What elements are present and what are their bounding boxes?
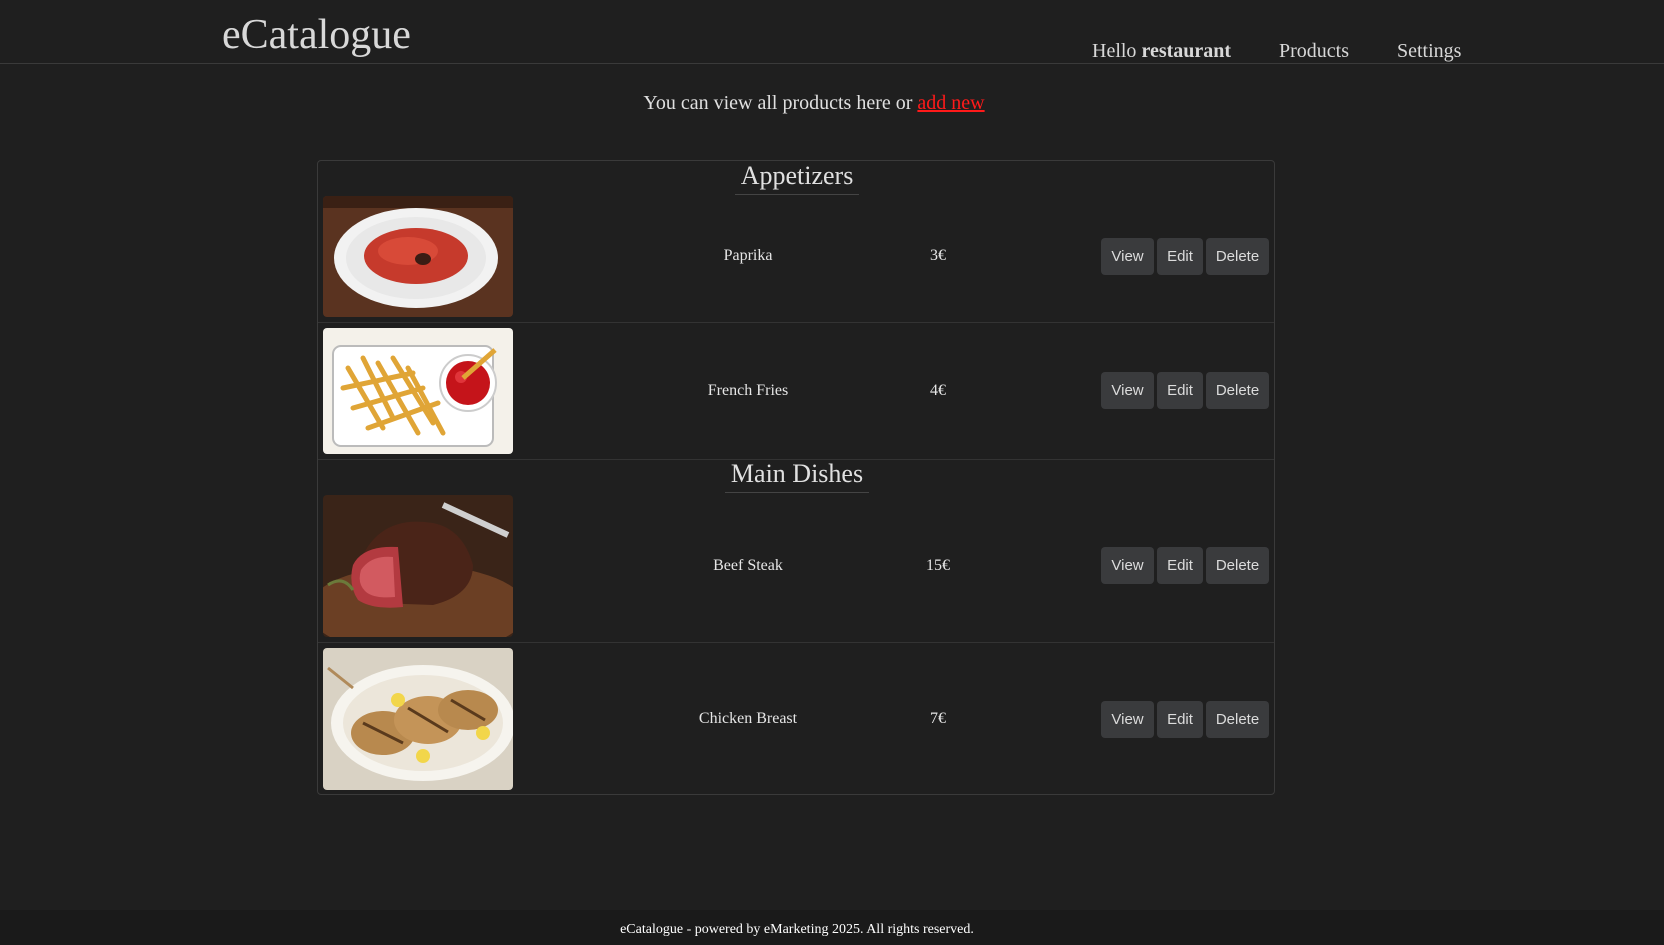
- footer-text: eCatalogue - powered by eMarketing 2025.…: [620, 922, 974, 937]
- add-new-link[interactable]: add new: [917, 92, 984, 114]
- brand-logo[interactable]: eCatalogue: [222, 14, 411, 56]
- products-panel: Appetizers Paprika 3€ View Edit Delete F…: [317, 160, 1275, 795]
- user-greeting[interactable]: Hello restaurant: [1092, 41, 1231, 61]
- product-name: Chicken Breast: [698, 710, 798, 727]
- nav-settings-link[interactable]: Settings: [1397, 41, 1461, 61]
- view-button[interactable]: View: [1101, 238, 1154, 275]
- nav-products-link[interactable]: Products: [1279, 41, 1349, 61]
- delete-button[interactable]: Delete: [1206, 238, 1269, 275]
- edit-button[interactable]: Edit: [1157, 547, 1203, 584]
- delete-button[interactable]: Delete: [1206, 547, 1269, 584]
- product-price: 15€: [926, 557, 950, 574]
- product-name: Beef Steak: [713, 557, 783, 574]
- delete-button[interactable]: Delete: [1206, 372, 1269, 409]
- intro-message: You can view all products here or: [643, 92, 913, 114]
- product-price: 3€: [930, 247, 946, 264]
- row-divider: [318, 322, 1274, 323]
- greeting-text: Hello: [1092, 40, 1137, 62]
- row-divider: [318, 642, 1274, 643]
- product-image-chicken-breast: [323, 648, 513, 790]
- product-image-beef-steak: [323, 495, 513, 637]
- product-name: French Fries: [707, 382, 789, 399]
- edit-button[interactable]: Edit: [1157, 238, 1203, 275]
- view-button[interactable]: View: [1101, 547, 1154, 584]
- product-price: 4€: [930, 382, 946, 399]
- view-button[interactable]: View: [1101, 372, 1154, 409]
- top-navbar: eCatalogue Hello restaurant Products Set…: [0, 0, 1664, 64]
- edit-button[interactable]: Edit: [1157, 372, 1203, 409]
- category-heading: Appetizers: [318, 161, 1276, 195]
- intro-text: You can view all products here or add ne…: [0, 92, 1628, 115]
- product-name: Paprika: [723, 247, 773, 264]
- delete-button[interactable]: Delete: [1206, 701, 1269, 738]
- product-price: 7€: [930, 710, 946, 727]
- edit-button[interactable]: Edit: [1157, 701, 1203, 738]
- category-heading: Main Dishes: [318, 459, 1276, 493]
- view-button[interactable]: View: [1101, 701, 1154, 738]
- product-image-french-fries: [323, 328, 513, 454]
- product-image-paprika: [323, 196, 513, 317]
- username: restaurant: [1141, 40, 1232, 62]
